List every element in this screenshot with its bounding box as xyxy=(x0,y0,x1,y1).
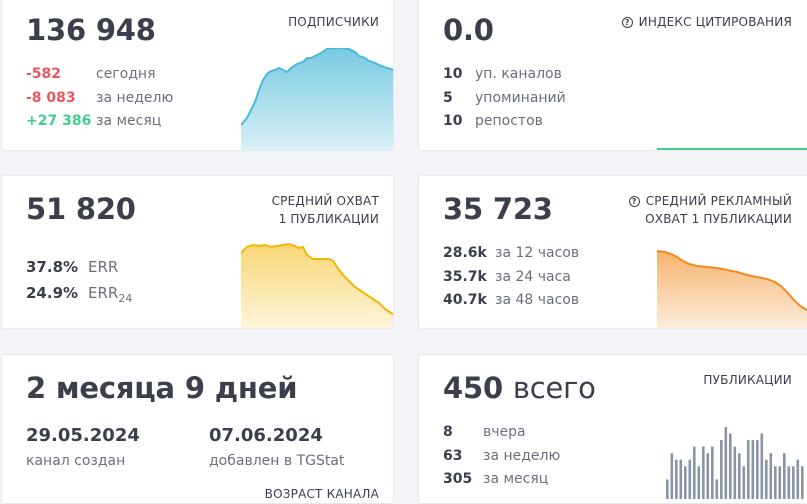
posts-bar xyxy=(666,479,669,499)
posts-bar xyxy=(711,446,714,499)
age-value: 2 месяца 9 дней xyxy=(26,371,298,405)
posts-bar xyxy=(765,459,768,499)
age-label: ВОЗРАСТ КАНАЛА xyxy=(264,487,379,501)
posts-bar xyxy=(738,453,741,499)
posts-bar xyxy=(783,453,786,499)
posts-bar xyxy=(801,466,804,499)
subscribers-sparkline xyxy=(241,48,393,150)
question-circle-icon[interactable]: ? xyxy=(621,17,633,28)
posts-bar-chart xyxy=(666,427,804,499)
posts-bar xyxy=(733,446,737,499)
age-card[interactable]: 2 месяца 9 дней 29.05.2024 канал создан … xyxy=(1,354,394,504)
posts-bar xyxy=(778,466,782,499)
citation-card[interactable]: 0.0 ? ИНДЕКС ЦИТИРОВАНИЯ 10 уп. каналов 5… xyxy=(418,0,807,151)
posts-value: 450 всего xyxy=(443,371,596,405)
subscribers-label: ПОДПИСЧИКИ xyxy=(288,15,379,29)
added-text: добавлен в TGStat xyxy=(209,453,345,469)
posts-bar xyxy=(688,459,692,499)
added-date: 07.06.2024 xyxy=(209,425,323,446)
posts-bar xyxy=(747,440,750,499)
citation-label: ? ИНДЕКС ЦИТИРОВАНИЯ xyxy=(621,13,792,31)
posts-bar xyxy=(760,433,764,499)
ad-reach-value: 35 723 xyxy=(443,192,553,226)
posts-bar xyxy=(729,433,732,499)
err24-metric: 24.9% ERR24 xyxy=(26,284,133,305)
posts-bar xyxy=(697,466,701,499)
question-circle-icon[interactable]: ? xyxy=(628,196,640,207)
citation-index-value: 0.0 xyxy=(443,13,494,47)
posts-label: ПУБЛИКАЦИИ xyxy=(703,373,792,387)
posts-bar xyxy=(684,466,687,499)
posts-bar xyxy=(706,453,710,499)
subscribers-card[interactable]: 136 948 ПОДПИСЧИКИ -582 сегодня -8 083 з… xyxy=(1,0,394,151)
posts-card[interactable]: 450 всего ПУБЛИКАЦИИ 8 вчера 63 за недел… xyxy=(418,354,807,504)
created-date: 29.05.2024 xyxy=(26,425,140,446)
subscribers-count: 136 948 xyxy=(26,13,156,47)
posts-bar xyxy=(742,466,746,499)
posts-bar xyxy=(715,479,719,499)
err-metric: 37.8% ERR xyxy=(26,258,119,276)
posts-bar xyxy=(792,466,795,499)
reach-label: СРЕДНИЙ ОХВАТ 1 ПУБЛИКАЦИИ xyxy=(271,194,379,226)
posts-bar xyxy=(670,453,674,499)
citation-sparkline xyxy=(657,148,807,150)
ad-reach-label: ? СРЕДНИЙ РЕКЛАМНЫЙ ОХВАТ 1 ПУБЛИКАЦИИ xyxy=(628,192,792,228)
posts-bar xyxy=(796,459,800,499)
posts-bar xyxy=(787,466,791,499)
posts-bar xyxy=(675,459,678,499)
posts-bar xyxy=(724,427,728,499)
ad-reach-sparkline xyxy=(657,250,807,328)
posts-bar xyxy=(702,446,705,499)
reach-value: 51 820 xyxy=(26,192,136,226)
reach-sparkline xyxy=(241,243,393,328)
posts-bar xyxy=(751,440,755,499)
posts-bar xyxy=(720,440,723,499)
posts-bar xyxy=(679,459,683,499)
created-text: канал создан xyxy=(26,453,126,469)
reach-card[interactable]: 51 820 СРЕДНИЙ ОХВАТ 1 ПУБЛИКАЦИИ 37.8% E… xyxy=(1,175,394,329)
ad-reach-card[interactable]: 35 723 ? СРЕДНИЙ РЕКЛАМНЫЙ ОХВАТ 1 ПУБЛИК… xyxy=(418,175,807,329)
posts-bar xyxy=(769,453,773,499)
posts-bar xyxy=(774,466,777,499)
posts-bar xyxy=(756,440,759,499)
posts-bar xyxy=(693,446,696,499)
